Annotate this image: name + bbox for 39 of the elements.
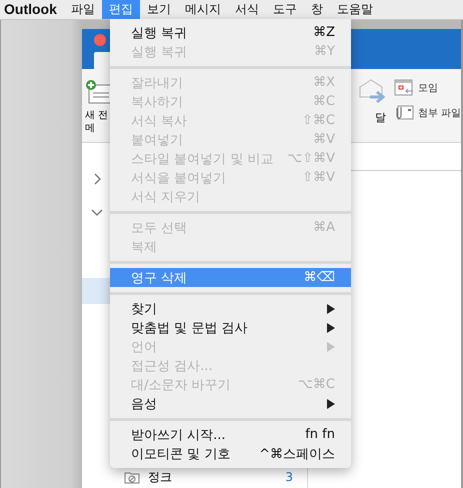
unread-count: 3 <box>285 470 293 484</box>
menu-item[interactable]: 맞춤법 및 문법 검사 <box>110 318 351 337</box>
app-menu[interactable]: Outlook <box>2 0 64 19</box>
ribbon-button[interactable]: 모임 <box>394 79 461 96</box>
button-label: 달 <box>374 110 386 125</box>
button-label: 메 <box>85 122 95 135</box>
menu-item[interactable]: 받아쓰기 시작... fn fn <box>110 425 351 444</box>
chevron-right-icon[interactable] <box>94 173 102 185</box>
chevron-down-icon[interactable] <box>91 209 103 217</box>
shortcut-label: ⌘⌫ <box>304 270 335 285</box>
shortcut-label: ^⌘스페이스 <box>259 446 335 462</box>
paperclip-icon <box>394 104 414 121</box>
menu-bar-item[interactable]: 서식 <box>228 0 266 19</box>
shortcut-label: ⌘A <box>313 220 335 235</box>
button-label: 새 전 <box>85 109 108 122</box>
shortcut-label: ⌘X <box>313 75 335 90</box>
menu-bar-item[interactable]: 창 <box>304 0 330 19</box>
ribbon-button[interactable]: 첨부 파일 <box>394 104 461 121</box>
menu-item[interactable]: 이모티콘 및 기호 ^⌘스페이스 <box>110 444 351 463</box>
shortcut-label: ⌘V <box>313 132 335 147</box>
folder-icon <box>124 470 140 484</box>
shortcut-label: ⌘C <box>312 94 335 109</box>
shortcut-label: ⌘Z <box>313 25 335 40</box>
menu-bar-item[interactable]: 도구 <box>266 0 304 19</box>
menu-item[interactable]: 실행 복귀 ⌘Z <box>110 23 351 42</box>
shortcut-label: ⌥⌘C <box>298 377 335 392</box>
shortcut-label: ⌘Y <box>314 44 335 59</box>
menu-item[interactable]: 음성 <box>110 394 351 413</box>
calendar-icon <box>394 79 414 96</box>
menu-item[interactable]: 찾기 <box>110 299 351 318</box>
shortcut-label: ⌥⇧⌘V <box>287 151 335 166</box>
menu-bar-item[interactable]: 메시지 <box>178 0 228 19</box>
menu-bar-item[interactable]: 도움말 <box>330 0 380 19</box>
folder-name[interactable]: 정크 <box>148 468 278 486</box>
menu-bar-item[interactable]: 보기 <box>140 0 178 19</box>
shortcut-label: ⇧⌘C <box>302 113 335 128</box>
shortcut-label: ⇧⌘V <box>302 170 335 185</box>
shortcut-label: fn fn <box>305 427 335 442</box>
menu-bar-item[interactable]: 파일 <box>64 0 102 19</box>
